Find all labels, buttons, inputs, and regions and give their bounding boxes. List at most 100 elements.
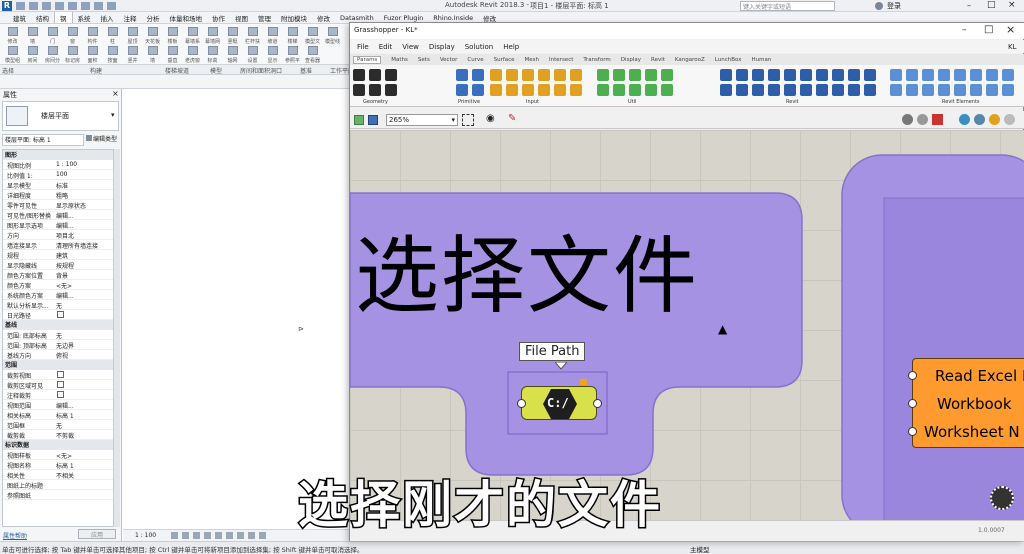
properties-row[interactable]: 默认分析显示... 无 bbox=[3, 300, 113, 310]
ribbon-tool[interactable]: 标记房间 bbox=[63, 46, 82, 64]
revit-tab[interactable]: 体量和场地 bbox=[165, 12, 208, 23]
property-value[interactable]: 显示原状态 bbox=[56, 201, 112, 210]
ribbon-tool[interactable]: 楼板 bbox=[163, 27, 182, 45]
ribbon-tool[interactable]: 屋顶 bbox=[123, 27, 142, 45]
property-value[interactable]: 无 bbox=[56, 421, 112, 430]
ribbon-tool[interactable]: 墙 bbox=[143, 46, 162, 64]
gh-component-icon[interactable] bbox=[832, 84, 844, 96]
properties-row[interactable]: 截剪裁 不剪裁 bbox=[3, 430, 113, 440]
ribbon-tool[interactable]: 幕墙系统 bbox=[183, 27, 202, 45]
properties-section-header[interactable]: 范围 bbox=[3, 360, 113, 370]
properties-section-header[interactable]: 图形 bbox=[3, 150, 113, 160]
zoom-dropdown[interactable]: 265% ▾ bbox=[386, 114, 458, 126]
zoom-extents-icon[interactable] bbox=[462, 114, 474, 126]
properties-row[interactable]: 范围框 无 bbox=[3, 420, 113, 430]
gh-component-icon[interactable] bbox=[864, 84, 876, 96]
gh-menu-item[interactable]: Help bbox=[503, 43, 519, 51]
gh-component-icon[interactable] bbox=[661, 84, 673, 96]
gh-component-icon[interactable] bbox=[848, 84, 860, 96]
main-model-label[interactable]: 主模型 bbox=[690, 544, 710, 554]
gh-component-icon[interactable] bbox=[385, 69, 397, 81]
gh-component-icon[interactable] bbox=[784, 84, 796, 96]
property-value[interactable]: 100 bbox=[56, 171, 112, 178]
gh-component-icon[interactable] bbox=[661, 69, 673, 81]
revit-tab[interactable]: 建筑 bbox=[8, 12, 31, 23]
gh-tab[interactable]: Params bbox=[353, 55, 382, 64]
search-box[interactable]: 键入关键字或短语 bbox=[740, 1, 835, 11]
gh-maximize-icon[interactable]: □ bbox=[984, 24, 993, 35]
gh-component-icon[interactable] bbox=[538, 69, 550, 81]
ribbon-tool[interactable]: 模型文字 bbox=[303, 27, 322, 45]
gh-component-icon[interactable] bbox=[720, 69, 732, 81]
gh-component-icon[interactable] bbox=[353, 84, 365, 96]
properties-row[interactable]: 相关性 不相关 bbox=[3, 470, 113, 480]
gh-component-icon[interactable] bbox=[906, 69, 918, 81]
gh-component-icon[interactable] bbox=[538, 84, 550, 96]
property-value[interactable]: <无> bbox=[56, 451, 112, 460]
gh-tab[interactable]: KangarooZ bbox=[675, 57, 705, 63]
gh-component-icon[interactable] bbox=[768, 84, 780, 96]
revit-drawing-area[interactable]: ⊳ bbox=[123, 89, 350, 529]
gh-component-icon[interactable] bbox=[613, 84, 625, 96]
revit-tab[interactable]: 修改 bbox=[312, 12, 335, 23]
gh-component-icon[interactable] bbox=[456, 84, 468, 96]
property-value[interactable]: 编辑... bbox=[56, 291, 112, 300]
gh-tab[interactable]: Human bbox=[751, 57, 771, 63]
gh-tab[interactable]: Sets bbox=[418, 57, 430, 63]
gh-component-icon[interactable] bbox=[597, 84, 609, 96]
properties-row[interactable]: 颜色方案 <无> bbox=[3, 280, 113, 290]
ribbon-tool[interactable]: 老虎窗 bbox=[183, 46, 202, 64]
property-value[interactable]: 无边界 bbox=[56, 341, 112, 350]
gh-component-icon[interactable] bbox=[954, 84, 966, 96]
gh-tab[interactable]: Maths bbox=[391, 57, 408, 63]
gh-component-icon[interactable] bbox=[490, 84, 502, 96]
properties-row[interactable]: 显示隐藏线 按规程 bbox=[3, 260, 113, 270]
ribbon-tool[interactable]: 轴网 bbox=[223, 46, 242, 64]
properties-row[interactable]: 图纸上的标题 bbox=[3, 480, 113, 490]
save-file-icon[interactable] bbox=[368, 115, 378, 125]
gh-tab[interactable]: Mesh bbox=[525, 57, 539, 63]
close-icon[interactable]: × bbox=[1008, 0, 1016, 10]
properties-row[interactable]: 视图名称 标高 1 bbox=[3, 460, 113, 470]
property-value[interactable]: 粗略 bbox=[56, 191, 112, 200]
gh-component-icon[interactable] bbox=[597, 69, 609, 81]
file-path-component[interactable]: C:/ bbox=[517, 379, 602, 420]
properties-row[interactable]: 裁剪视图 bbox=[3, 370, 113, 380]
gh-minimize-icon[interactable]: – bbox=[962, 25, 967, 35]
gh-component-icon[interactable] bbox=[1002, 84, 1014, 96]
gh-component-icon[interactable] bbox=[456, 69, 468, 81]
revit-tab[interactable]: 分析 bbox=[142, 12, 165, 23]
gh-component-icon[interactable] bbox=[890, 69, 902, 81]
gh-component-icon[interactable] bbox=[522, 69, 534, 81]
property-value[interactable]: 无 bbox=[56, 301, 112, 310]
property-value[interactable]: 不相关 bbox=[56, 471, 112, 480]
property-value[interactable]: 不剪裁 bbox=[56, 431, 112, 440]
property-value[interactable]: 无 bbox=[56, 331, 112, 340]
revit-tab[interactable]: 协作 bbox=[207, 12, 230, 23]
gh-component-icon[interactable] bbox=[784, 69, 796, 81]
gh-component-icon[interactable] bbox=[554, 69, 566, 81]
property-value[interactable]: 编辑... bbox=[56, 221, 112, 230]
gh-component-icon[interactable] bbox=[906, 84, 918, 96]
gh-component-icon[interactable] bbox=[629, 69, 641, 81]
gh-tab[interactable]: Curve bbox=[467, 57, 483, 63]
ribbon-tool[interactable]: 设置 bbox=[243, 46, 262, 64]
property-value[interactable]: 标准 bbox=[56, 181, 112, 190]
gh-component-icon[interactable] bbox=[938, 69, 950, 81]
gh-tab[interactable]: Vector bbox=[440, 57, 458, 63]
view-instance-selector[interactable]: 楼层平面: 标高 1 bbox=[2, 134, 84, 146]
ribbon-tool[interactable]: 墙 bbox=[23, 27, 42, 45]
type-selector[interactable]: 楼层平面 ▾ bbox=[2, 101, 119, 131]
gh-component-icon[interactable] bbox=[629, 84, 641, 96]
gh-menu-item[interactable]: Display bbox=[429, 43, 455, 51]
gh-canvas[interactable]: 选择文件 File Path C:/ Read Excel I Workbook… bbox=[350, 130, 1024, 520]
gh-component-icon[interactable] bbox=[506, 84, 518, 96]
properties-row[interactable]: 比例值 1: 100 bbox=[3, 170, 113, 180]
property-value[interactable]: <无> bbox=[56, 281, 112, 290]
open-file-icon[interactable] bbox=[354, 115, 364, 125]
gh-component-icon[interactable] bbox=[385, 84, 397, 96]
properties-row[interactable]: 视图范围 编辑... bbox=[3, 400, 113, 410]
minimize-icon[interactable]: – bbox=[967, 1, 971, 10]
gh-component-icon[interactable] bbox=[736, 84, 748, 96]
ribbon-tool[interactable]: 按面 bbox=[103, 46, 122, 64]
